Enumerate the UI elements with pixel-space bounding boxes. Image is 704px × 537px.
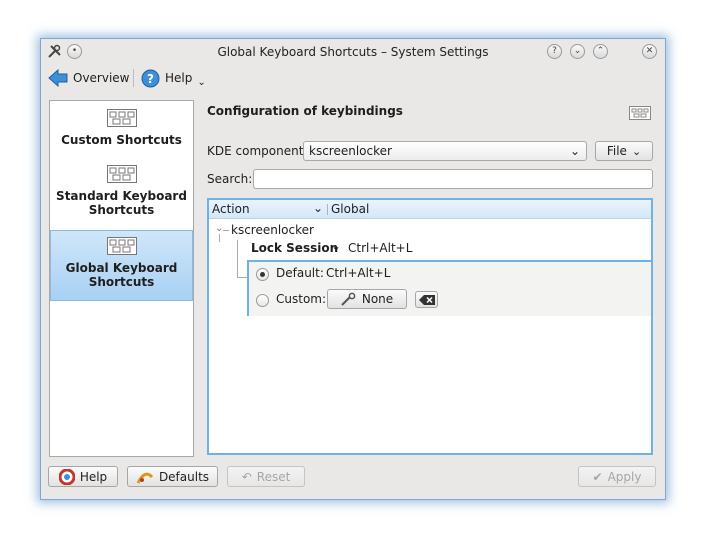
custom-shortcut-button[interactable]: None bbox=[327, 289, 407, 309]
help-icon[interactable]: ? bbox=[547, 44, 562, 59]
toolbar: Overview ? Help ⌄ bbox=[41, 65, 665, 91]
sidebar-item-custom-shortcuts[interactable]: Custom Shortcuts bbox=[50, 109, 193, 147]
overview-button[interactable]: Overview bbox=[48, 68, 130, 88]
collapse-icon[interactable]: ⌄ bbox=[215, 223, 223, 234]
sidebar: Custom Shortcuts Standard Keyboard Short… bbox=[49, 100, 194, 457]
apply-label: Apply bbox=[607, 469, 642, 484]
tree-line bbox=[237, 277, 247, 278]
sidebar-item-label: Standard Keyboard Shortcuts bbox=[56, 189, 187, 217]
custom-value: None bbox=[361, 292, 394, 306]
keyboard-icon bbox=[106, 165, 137, 183]
button-bar: Help Defaults ↶ Reset ✔ Apply bbox=[41, 463, 665, 493]
reset-button[interactable]: ↶ Reset bbox=[227, 466, 305, 487]
component-value: kscreenlocker bbox=[309, 144, 392, 158]
sidebar-item-label: Global Keyboard Shortcuts bbox=[65, 261, 178, 289]
undo-icon: ↶ bbox=[241, 469, 252, 484]
column-action[interactable]: Action bbox=[212, 202, 250, 216]
tree-header: Action ⌄ Global bbox=[209, 200, 651, 219]
help-button[interactable]: Help bbox=[48, 466, 118, 487]
tree-line bbox=[219, 234, 220, 242]
toolbar-separator bbox=[133, 69, 134, 87]
keyboard-icon bbox=[106, 109, 137, 127]
shortcuts-tree[interactable]: Action ⌄ Global ⌄ kscreenlocker Lock Ses… bbox=[207, 198, 653, 455]
file-menu-button[interactable]: File ⌄ bbox=[595, 141, 653, 161]
column-global[interactable]: Global bbox=[331, 202, 369, 216]
default-label: Default: bbox=[276, 266, 324, 280]
file-label: File bbox=[606, 144, 627, 158]
component-row[interactable]: kscreenlocker bbox=[231, 223, 314, 237]
chevron-down-icon: ⌄ bbox=[331, 239, 342, 253]
action-row[interactable]: Lock Session ⌄ Ctrl+Alt+L bbox=[247, 239, 651, 259]
close-icon[interactable]: ✕ bbox=[642, 44, 657, 59]
search-label: Search: bbox=[207, 172, 253, 186]
chevron-down-icon: ⌄ bbox=[197, 76, 206, 88]
action-name: Lock Session bbox=[251, 241, 339, 255]
window: • Global Keyboard Shortcuts – System Set… bbox=[40, 38, 666, 500]
chevron-down-icon: ⌄ bbox=[569, 144, 580, 158]
component-label: KDE component: bbox=[207, 144, 308, 158]
search-input[interactable] bbox=[253, 169, 653, 189]
backspace-icon bbox=[418, 294, 435, 305]
default-value: Ctrl+Alt+L bbox=[326, 266, 391, 280]
overview-label: Overview bbox=[73, 71, 130, 85]
maximize-icon[interactable]: ⌃ bbox=[593, 44, 608, 59]
sidebar-item-label: Custom Shortcuts bbox=[61, 133, 182, 147]
column-divider bbox=[327, 204, 328, 215]
action-shortcut: Ctrl+Alt+L bbox=[348, 241, 413, 255]
minimize-icon[interactable]: ⌄ bbox=[570, 44, 585, 59]
chevron-down-icon: ⌄ bbox=[631, 144, 642, 158]
configure-icon bbox=[341, 292, 356, 306]
custom-label: Custom: bbox=[276, 292, 327, 306]
help-menu-button[interactable]: ? Help ⌄ bbox=[141, 68, 206, 88]
page-title: Configuration of keybindings bbox=[207, 104, 403, 118]
help-label: Help bbox=[79, 469, 108, 484]
tree-line bbox=[223, 230, 229, 231]
back-arrow-icon bbox=[48, 69, 68, 87]
svg-text:?: ? bbox=[147, 72, 154, 86]
defaults-button[interactable]: Defaults bbox=[127, 466, 218, 487]
default-radio[interactable] bbox=[256, 268, 269, 281]
keyboard-icon bbox=[106, 237, 137, 255]
defaults-icon bbox=[136, 472, 154, 484]
defaults-label: Defaults bbox=[158, 469, 210, 484]
help-lifebuoy-icon bbox=[58, 468, 75, 485]
checkmark-icon: ✔ bbox=[592, 469, 603, 484]
tree-line bbox=[237, 240, 238, 278]
clear-shortcut-button[interactable] bbox=[415, 291, 438, 308]
sidebar-item-standard-shortcuts[interactable]: Standard Keyboard Shortcuts bbox=[50, 165, 193, 217]
title-bar: • Global Keyboard Shortcuts – System Set… bbox=[41, 39, 665, 65]
help-label: Help bbox=[165, 71, 193, 85]
help-circle-icon: ? bbox=[141, 69, 160, 87]
custom-radio[interactable] bbox=[256, 294, 269, 307]
sidebar-item-global-shortcuts[interactable]: Global Keyboard Shortcuts bbox=[50, 230, 193, 301]
keyboard-icon bbox=[629, 106, 651, 120]
component-select[interactable]: kscreenlocker ⌄ bbox=[303, 141, 587, 161]
reset-label: Reset bbox=[256, 469, 291, 484]
sort-chevron-icon: ⌄ bbox=[313, 201, 324, 215]
apply-button[interactable]: ✔ Apply bbox=[578, 466, 656, 487]
shortcut-editor: Default: Ctrl+Alt+L Custom: None bbox=[247, 260, 651, 316]
main-content: Configuration of keybindings KDE compone… bbox=[207, 100, 653, 460]
